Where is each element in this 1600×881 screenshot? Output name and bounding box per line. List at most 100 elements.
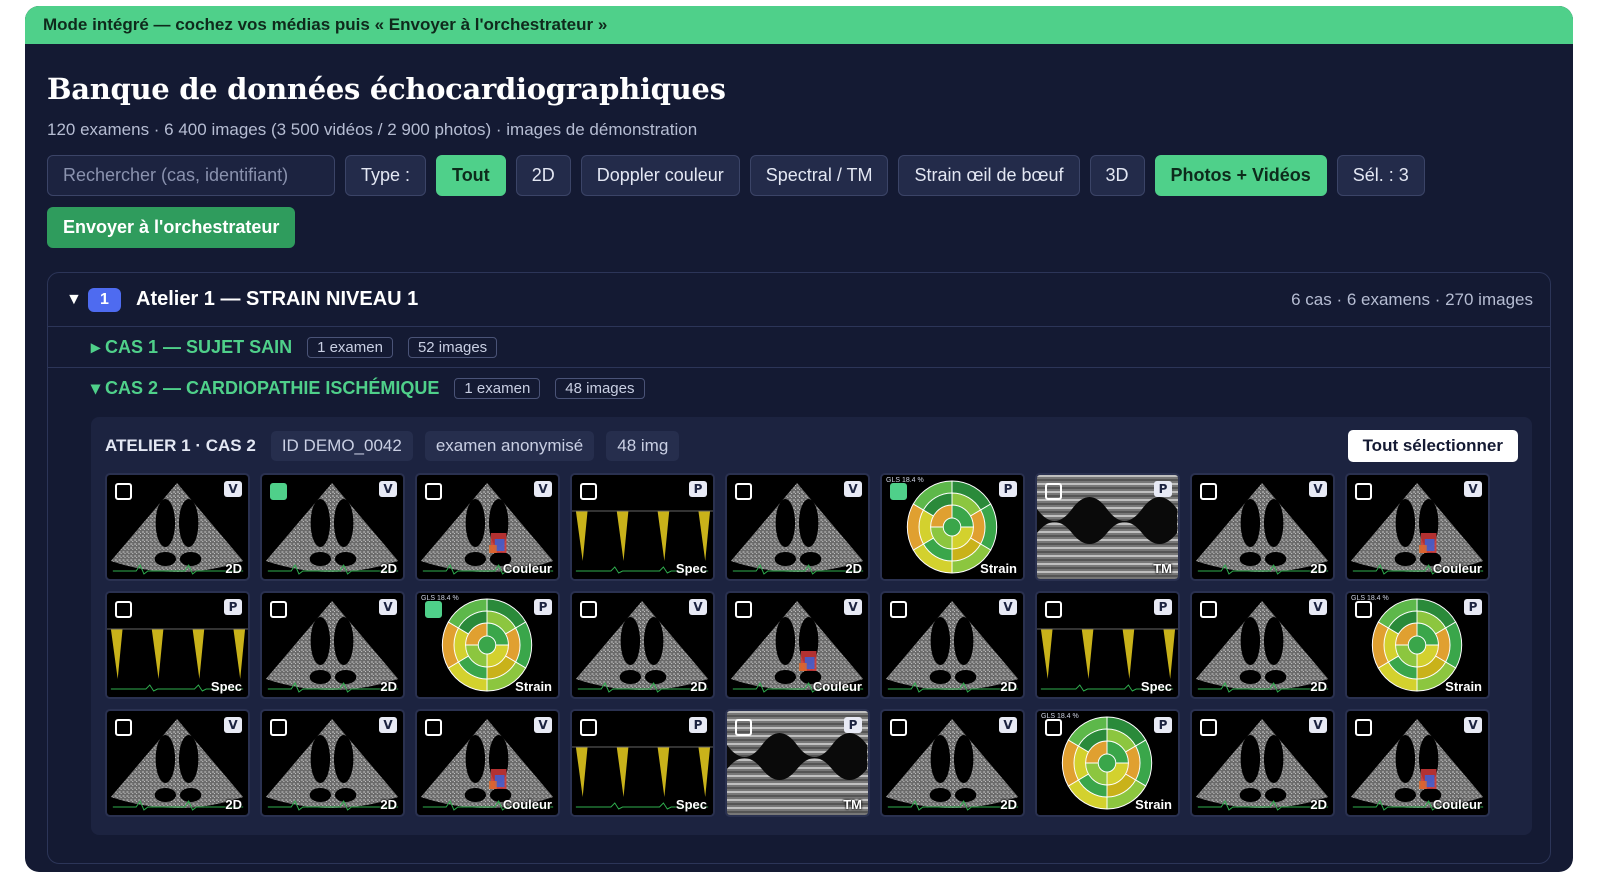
media-thumbnail[interactable]: V Couleur [725, 591, 870, 699]
filter-chip-3d[interactable]: 3D [1089, 154, 1145, 196]
search-input[interactable] [47, 154, 335, 196]
media-thumbnail[interactable]: V Couleur [1345, 473, 1490, 581]
selection-count[interactable]: Sél. : 3 [1336, 154, 1425, 196]
media-mode-label: 2D [690, 679, 707, 694]
media-thumbnail[interactable]: V 2D [880, 709, 1025, 817]
filter-chip-strain[interactable]: Strain œil de bœuf [898, 154, 1080, 196]
media-thumbnail[interactable]: GLS 18.4 % P Strain [1035, 709, 1180, 817]
media-thumbnail[interactable]: P Spec [105, 591, 250, 699]
media-checkbox[interactable] [270, 719, 287, 736]
media-thumbnail[interactable]: P TM [1035, 473, 1180, 581]
media-thumbnail[interactable]: V 2D [725, 473, 870, 581]
atelier-section: ▼ 1 Atelier 1 — STRAIN NIVEAU 1 6 cas · … [47, 272, 1551, 864]
media-checkbox[interactable] [1200, 601, 1217, 618]
media-checkbox[interactable] [1355, 601, 1372, 618]
media-kind-badge: P [1464, 599, 1482, 615]
media-mode-label: 2D [380, 679, 397, 694]
media-kind-badge: P [689, 481, 707, 497]
media-thumbnail[interactable]: V 2D [260, 473, 405, 581]
case-title[interactable]: ▸ CAS 1 — SUJET SAIN [91, 337, 292, 358]
media-checkbox[interactable] [890, 719, 907, 736]
media-thumbnail[interactable]: P Spec [570, 709, 715, 817]
atelier-meta: 6 cas · 6 examens · 270 images [1291, 289, 1533, 309]
media-thumbnail[interactable]: GLS 18.4 % P Strain [415, 591, 560, 699]
media-checkbox[interactable] [890, 483, 907, 500]
media-mode-label: Strain [1445, 679, 1482, 694]
media-checkbox[interactable] [425, 483, 442, 500]
atelier-header[interactable]: ▼ 1 Atelier 1 — STRAIN NIVEAU 1 6 cas · … [48, 273, 1550, 327]
filter-chip-spectral[interactable]: Spectral / TM [749, 154, 889, 196]
media-kind-badge: V [1464, 717, 1482, 733]
media-checkbox[interactable] [735, 601, 752, 618]
filter-chip-doppler[interactable]: Doppler couleur [580, 154, 740, 196]
media-checkbox[interactable] [1200, 719, 1217, 736]
filter-chip-2d[interactable]: 2D [515, 154, 571, 196]
media-checkbox[interactable] [580, 719, 597, 736]
media-thumbnail[interactable]: P TM [725, 709, 870, 817]
media-thumbnail[interactable]: V Couleur [415, 473, 560, 581]
media-mode-label: 2D [225, 797, 242, 812]
media-thumbnail[interactable]: V 2D [1190, 709, 1335, 817]
media-checkbox[interactable] [270, 483, 287, 500]
main-content: Banque de données échocardiographiques 1… [25, 72, 1573, 864]
media-kind-badge: V [1309, 717, 1327, 733]
media-thumbnail[interactable]: P Spec [570, 473, 715, 581]
media-kind-badge: P [689, 717, 707, 733]
media-mode-label: 2D [1000, 679, 1017, 694]
media-checkbox[interactable] [425, 601, 442, 618]
media-checkbox[interactable] [735, 719, 752, 736]
media-checkbox[interactable] [1355, 483, 1372, 500]
media-thumbnail[interactable]: P Spec [1035, 591, 1180, 699]
media-thumbnail[interactable]: V 2D [1190, 473, 1335, 581]
media-checkbox[interactable] [425, 719, 442, 736]
media-checkbox[interactable] [115, 601, 132, 618]
case-row-2[interactable]: ▾ CAS 2 — CARDIOPATHIE ISCHÉMIQUE 1 exam… [48, 368, 1550, 409]
case-image-count: 52 images [407, 336, 498, 358]
filter-chip-photos-videos[interactable]: Photos + Vidéos [1154, 154, 1327, 196]
exam-id-tag: ID DEMO_0042 [270, 431, 413, 461]
media-checkbox[interactable] [1045, 601, 1062, 618]
media-checkbox[interactable] [1045, 719, 1062, 736]
media-thumbnail[interactable]: V 2D [880, 591, 1025, 699]
media-thumbnail[interactable]: V 2D [105, 709, 250, 817]
media-mode-label: 2D [225, 561, 242, 576]
media-thumbnail[interactable]: V 2D [105, 473, 250, 581]
media-checkbox[interactable] [580, 483, 597, 500]
case-title[interactable]: ▾ CAS 2 — CARDIOPATHIE ISCHÉMIQUE [91, 378, 439, 399]
media-thumbnail[interactable]: V Couleur [1345, 709, 1490, 817]
media-kind-badge: P [224, 599, 242, 615]
media-mode-label: Couleur [502, 561, 552, 576]
atelier-number-badge: 1 [88, 287, 121, 312]
media-thumbnail[interactable]: GLS 18.4 % P Strain [880, 473, 1025, 581]
media-thumbnail[interactable]: V Couleur [415, 709, 560, 817]
media-kind-badge: V [999, 717, 1017, 733]
media-checkbox[interactable] [1200, 483, 1217, 500]
media-thumbnail[interactable]: V 2D [260, 709, 405, 817]
media-checkbox[interactable] [270, 601, 287, 618]
media-checkbox[interactable] [580, 601, 597, 618]
collapse-triangle-icon[interactable]: ▼ [66, 291, 86, 309]
media-thumbnail[interactable]: V 2D [260, 591, 405, 699]
media-kind-badge: V [379, 481, 397, 497]
media-checkbox[interactable] [1045, 483, 1062, 500]
media-checkbox[interactable] [735, 483, 752, 500]
media-mode-label: Strain [1135, 797, 1172, 812]
media-checkbox[interactable] [1355, 719, 1372, 736]
media-kind-badge: V [534, 717, 552, 733]
media-checkbox[interactable] [890, 601, 907, 618]
page-title: Banque de données échocardiographiques [47, 72, 726, 106]
media-mode-label: 2D [1310, 679, 1327, 694]
filter-toolbar: Type : Tout 2D Doppler couleur Spectral … [47, 154, 1551, 196]
case-row-1[interactable]: ▸ CAS 1 — SUJET SAIN 1 examen 52 images [48, 327, 1550, 368]
media-checkbox[interactable] [115, 719, 132, 736]
filter-chip-tout[interactable]: Tout [436, 154, 506, 196]
select-all-button[interactable]: Tout sélectionner [1347, 430, 1518, 462]
send-to-orchestrator-button[interactable]: Envoyer à l'orchestrateur [47, 207, 296, 248]
media-kind-badge: V [844, 599, 862, 615]
media-thumbnail[interactable]: V 2D [1190, 591, 1335, 699]
media-mode-label: Couleur [502, 797, 552, 812]
media-thumbnail[interactable]: GLS 18.4 % P Strain [1345, 591, 1490, 699]
media-thumbnail[interactable]: V 2D [570, 591, 715, 699]
media-checkbox[interactable] [115, 483, 132, 500]
anonymized-tag: examen anonymisé [424, 431, 595, 461]
